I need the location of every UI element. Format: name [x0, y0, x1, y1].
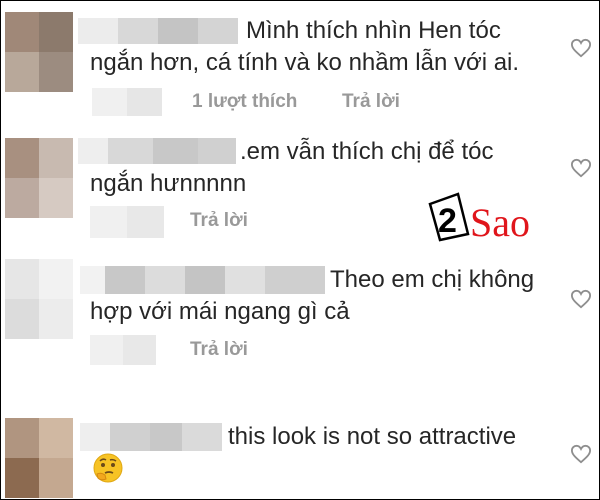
comment-text-line2: hợp với mái ngang gì cả — [90, 298, 350, 325]
heart-outline-icon[interactable] — [570, 444, 592, 464]
comment-text-line2: ngắn hưnnnnn — [90, 170, 247, 197]
thinking-face-emoji — [93, 453, 123, 483]
avatar[interactable] — [5, 138, 73, 218]
username-blurred[interactable] — [78, 138, 236, 164]
heart-outline-icon[interactable] — [570, 38, 592, 58]
logo-number: 2 — [438, 202, 457, 240]
heart-outline-icon[interactable] — [570, 289, 592, 309]
reply-button[interactable]: Trả lời — [342, 91, 400, 113]
timestamp-blurred — [90, 335, 156, 365]
comment-text-line1: Mình thích nhìn Hen tóc — [246, 17, 501, 44]
reply-button[interactable]: Trả lời — [190, 210, 248, 232]
comment-4: this look is not so attractive — [0, 390, 600, 498]
comment-text-line1: Theo em chị không — [330, 266, 535, 293]
username-blurred[interactable] — [80, 423, 222, 451]
heart-outline-icon[interactable] — [570, 158, 592, 178]
comment-1: Mình thích nhìn Hen tóc ngắn hơn, cá tín… — [0, 0, 600, 130]
avatar[interactable] — [5, 259, 73, 339]
comment-3: Theo em chị không hợp với mái ngang gì c… — [0, 255, 600, 390]
timestamp-blurred — [92, 88, 162, 116]
reply-button[interactable]: Trả lời — [190, 339, 248, 361]
timestamp-blurred — [90, 206, 164, 238]
username-blurred[interactable] — [78, 18, 238, 44]
2sao-logo: 2 Sao — [428, 192, 530, 242]
avatar[interactable] — [5, 418, 73, 498]
like-count[interactable]: 1 lượt thích — [192, 91, 297, 113]
logo-word: Sao — [470, 200, 530, 242]
comment-text-line1: .em vẫn thích chị để tóc — [240, 138, 494, 165]
comment-text-line2: ngắn hơn, cá tính và ko nhầm lẫn với ai. — [90, 49, 520, 76]
avatar[interactable] — [5, 12, 73, 92]
username-blurred[interactable] — [80, 266, 325, 294]
comment-text-line1: this look is not so attractive — [228, 423, 517, 450]
